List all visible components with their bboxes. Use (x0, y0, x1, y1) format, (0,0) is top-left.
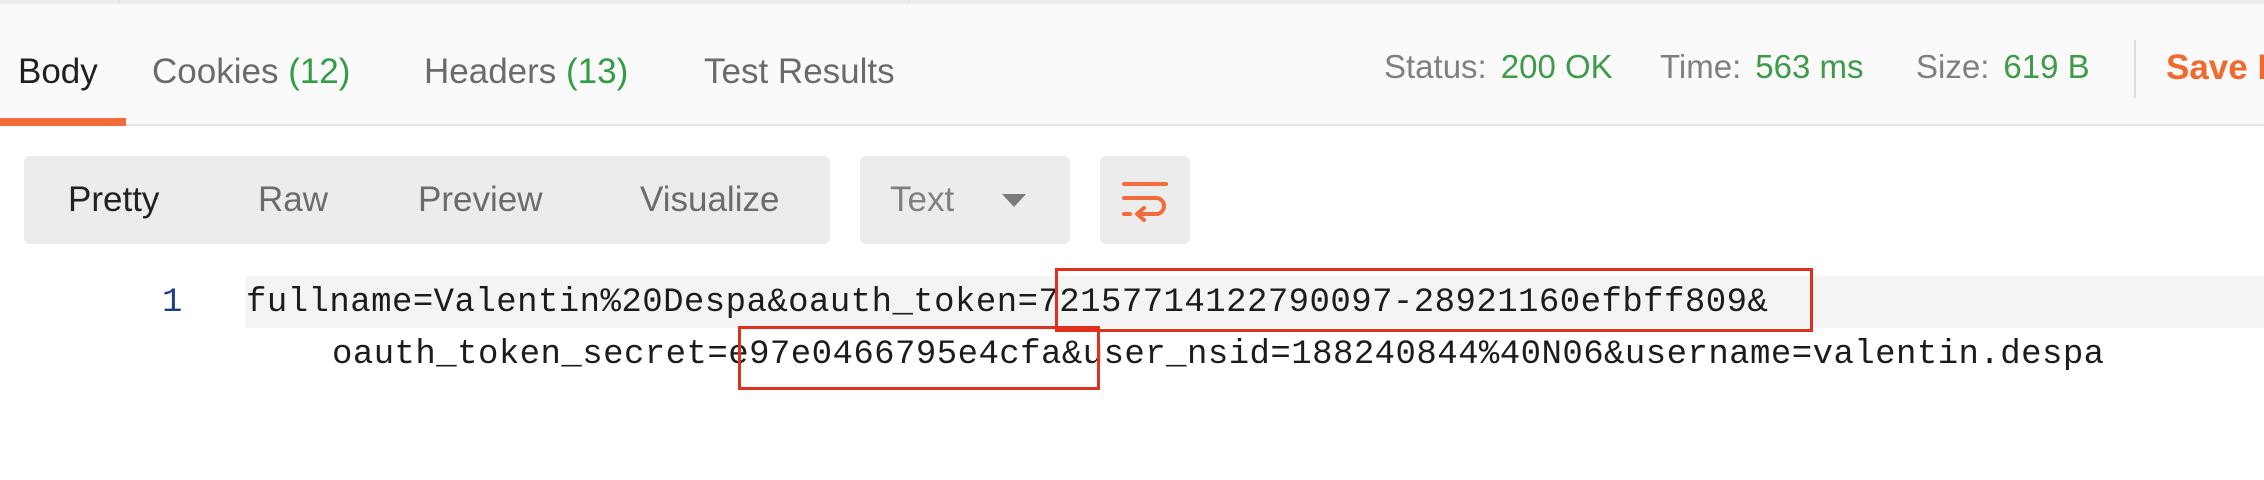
status-label: Status: (1384, 48, 1487, 85)
format-select-value: Text (890, 180, 955, 219)
view-raw-button[interactable]: Raw (258, 180, 328, 220)
response-body-editor[interactable]: 1 fullname=Valentin%20Despa&oauth_token=… (0, 262, 2264, 480)
size-readout: Size: 619 B (1916, 48, 2090, 86)
view-mode-selector: Pretty Raw Preview Visualize (24, 156, 830, 244)
response-header: Body Cookies (12) Headers (13) Test Resu… (0, 4, 2264, 126)
text-wrap-button[interactable] (1100, 156, 1190, 244)
view-visualize-button[interactable]: Visualize (640, 180, 779, 220)
tab-cookies-count: (12) (288, 52, 351, 91)
code-line-1-wrapped[interactable]: oauth_token_secret=e97e0466795e4cfa&user… (332, 336, 2105, 374)
response-panel: Body Cookies (12) Headers (13) Test Resu… (0, 0, 2264, 480)
text-wrap-icon (1122, 182, 1168, 222)
view-preview-button[interactable]: Preview (418, 180, 542, 220)
save-response-button[interactable]: Save R (2166, 48, 2264, 88)
tab-cookies-label: Cookies (152, 52, 279, 91)
size-label: Size: (1916, 48, 1990, 85)
status-value[interactable]: 200 OK (1501, 48, 1613, 85)
tab-headers[interactable]: Headers (13) (424, 52, 628, 92)
tab-test-results-label: Test Results (704, 52, 895, 91)
header-divider (2134, 40, 2136, 98)
tab-headers-count: (13) (566, 52, 629, 91)
tab-body[interactable]: Body (18, 52, 98, 92)
size-value[interactable]: 619 B (2003, 48, 2089, 85)
format-select[interactable]: Text (860, 156, 1070, 244)
code-line-1[interactable]: fullname=Valentin%20Despa&oauth_token=72… (246, 284, 1768, 322)
view-pretty-button[interactable]: Pretty (68, 180, 159, 220)
tab-headers-label: Headers (424, 52, 557, 91)
active-tab-indicator (0, 118, 126, 126)
status-readout: Status: 200 OK (1384, 48, 1613, 86)
tab-body-label: Body (18, 52, 98, 91)
time-value[interactable]: 563 ms (1755, 48, 1863, 85)
tab-cookies[interactable]: Cookies (12) (152, 52, 350, 92)
tab-test-results[interactable]: Test Results (704, 52, 895, 92)
time-readout: Time: 563 ms (1660, 48, 1864, 86)
time-label: Time: (1660, 48, 1742, 85)
chevron-down-icon (1002, 194, 1026, 207)
line-number: 1 (162, 284, 183, 322)
